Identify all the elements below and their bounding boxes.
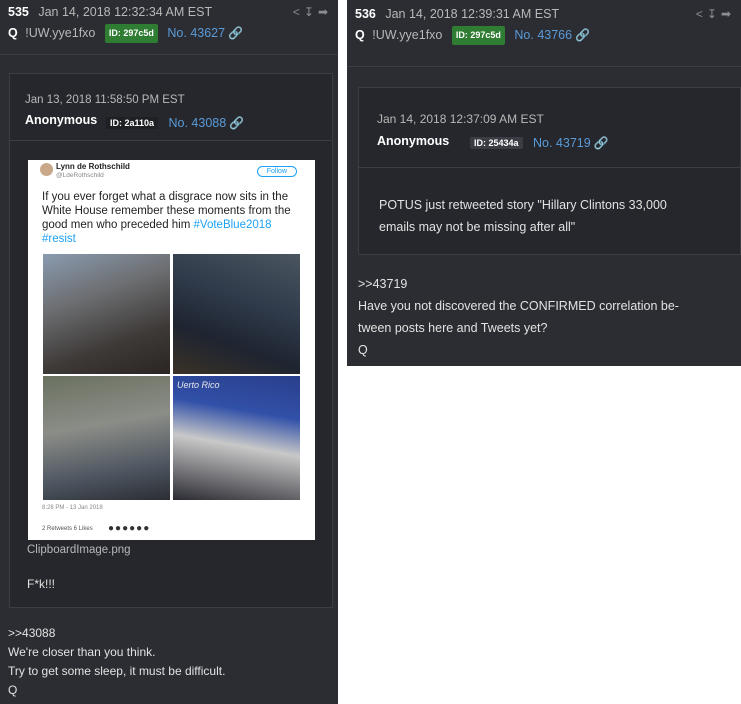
post-link[interactable]: No. 43719 xyxy=(533,136,591,150)
quoted-date: Jan 13, 2018 11:58:50 PM EST xyxy=(25,94,185,106)
share-icon[interactable]: < xyxy=(696,7,707,21)
id-badge[interactable]: ID: 297c5d xyxy=(104,24,158,43)
quoted-body: POTUS just retweeted story "Hillary Clin… xyxy=(379,198,667,234)
post-header: 535 Jan 14, 2018 12:32:34 AM EST Q !UW.y… xyxy=(8,4,330,43)
chain-link-icon[interactable]: 🔗 xyxy=(594,136,609,150)
tripcode: !UW.yye1fxo xyxy=(372,28,443,42)
attached-image[interactable]: Lynn de Rothschild @LdeRothschild Follow… xyxy=(28,160,315,540)
photo-3 xyxy=(43,376,170,500)
divider xyxy=(347,66,741,67)
chain-link-icon[interactable]: 🔗 xyxy=(575,28,590,42)
tweet-stats: 2 Retweets 6 Likes xyxy=(42,526,93,532)
tripcode: !UW.yye1fxo xyxy=(25,26,96,40)
post-date: Jan 14, 2018 12:32:34 AM EST xyxy=(38,5,213,19)
chain-link-icon[interactable]: 🔗 xyxy=(228,26,243,40)
photo-2 xyxy=(173,254,300,374)
post-actions: <↧➡ xyxy=(696,7,735,21)
body-line: Try to get some sleep, it must be diffic… xyxy=(8,664,226,678)
share-icon[interactable]: < xyxy=(293,5,304,19)
avatar xyxy=(40,163,53,176)
poster-name: Q xyxy=(8,26,18,40)
quoted-name: Anonymous xyxy=(377,134,450,148)
photo-sign-text: Uerto Rico xyxy=(177,380,220,390)
quoted-body: F*k!!! xyxy=(27,577,56,591)
id-badge[interactable]: ID: 297c5d xyxy=(451,26,505,45)
liker-avatars-icon: ●●●●●● xyxy=(108,523,151,534)
post-body: >>43719 Have you not discovered the CONF… xyxy=(358,273,679,361)
download-icon[interactable]: ↧ xyxy=(304,5,318,19)
download-icon[interactable]: ↧ xyxy=(707,7,721,21)
body-line: tween posts here and Tweets yet? xyxy=(358,321,548,335)
tweet-author-name: Lynn de Rothschild xyxy=(56,162,130,171)
quoted-id-row: ID: 25434a No. 43719 🔗 xyxy=(464,134,609,152)
post-link[interactable]: No. 43627 xyxy=(167,26,225,40)
quoted-id-row: ID: 2a110a No. 43088 🔗 xyxy=(100,114,244,132)
post-number[interactable]: 535 xyxy=(8,5,29,19)
quoted-post-43719: Jan 14, 2018 12:37:09 AM EST Anonymous I… xyxy=(358,87,741,255)
reply-link[interactable]: >>43088 xyxy=(8,624,225,643)
body-signature: Q xyxy=(358,343,368,357)
follow-button: Follow xyxy=(256,166,297,177)
id-badge[interactable]: ID: 25434a xyxy=(470,137,523,149)
tweet-timestamp: 8:28 PM - 13 Jan 2018 xyxy=(42,505,103,511)
reply-link[interactable]: >>43719 xyxy=(358,273,679,295)
divider xyxy=(359,167,740,168)
quoted-name: Anonymous xyxy=(25,113,98,127)
divider xyxy=(9,140,331,141)
post-link[interactable]: No. 43088 xyxy=(169,116,227,130)
post-link[interactable]: No. 43766 xyxy=(514,28,572,42)
post-actions: <↧➡ xyxy=(293,5,332,19)
post-date: Jan 14, 2018 12:39:31 AM EST xyxy=(385,7,560,21)
image-filename[interactable]: ClipboardImage.png xyxy=(27,544,131,556)
body-line: Have you not discovered the CONFIRMED co… xyxy=(358,299,679,313)
photo-4: Uerto Rico xyxy=(173,376,300,500)
post-536: 536 Jan 14, 2018 12:39:31 AM EST Q !UW.y… xyxy=(347,0,741,366)
post-header: 536 Jan 14, 2018 12:39:31 AM EST Q !UW.y… xyxy=(355,6,733,45)
divider xyxy=(0,54,338,55)
poster-name: Q xyxy=(355,28,365,42)
quoted-date: Jan 14, 2018 12:37:09 AM EST xyxy=(377,112,544,126)
chain-link-icon[interactable]: 🔗 xyxy=(229,116,244,130)
forward-icon[interactable]: ➡ xyxy=(318,5,332,19)
post-number[interactable]: 536 xyxy=(355,7,376,21)
forward-icon[interactable]: ➡ xyxy=(721,7,735,21)
photo-1 xyxy=(43,254,170,374)
post-body: >>43088 We're closer than you think. Try… xyxy=(8,624,225,700)
body-line: We're closer than you think. xyxy=(8,645,156,659)
tweet-text: If you ever forget what a disgrace now s… xyxy=(42,191,291,245)
body-signature: Q xyxy=(8,683,18,697)
post-535: 535 Jan 14, 2018 12:32:34 AM EST Q !UW.y… xyxy=(0,0,338,704)
id-badge[interactable]: ID: 2a110a xyxy=(106,117,159,129)
tweet-author-handle: @LdeRothschild xyxy=(56,172,104,179)
